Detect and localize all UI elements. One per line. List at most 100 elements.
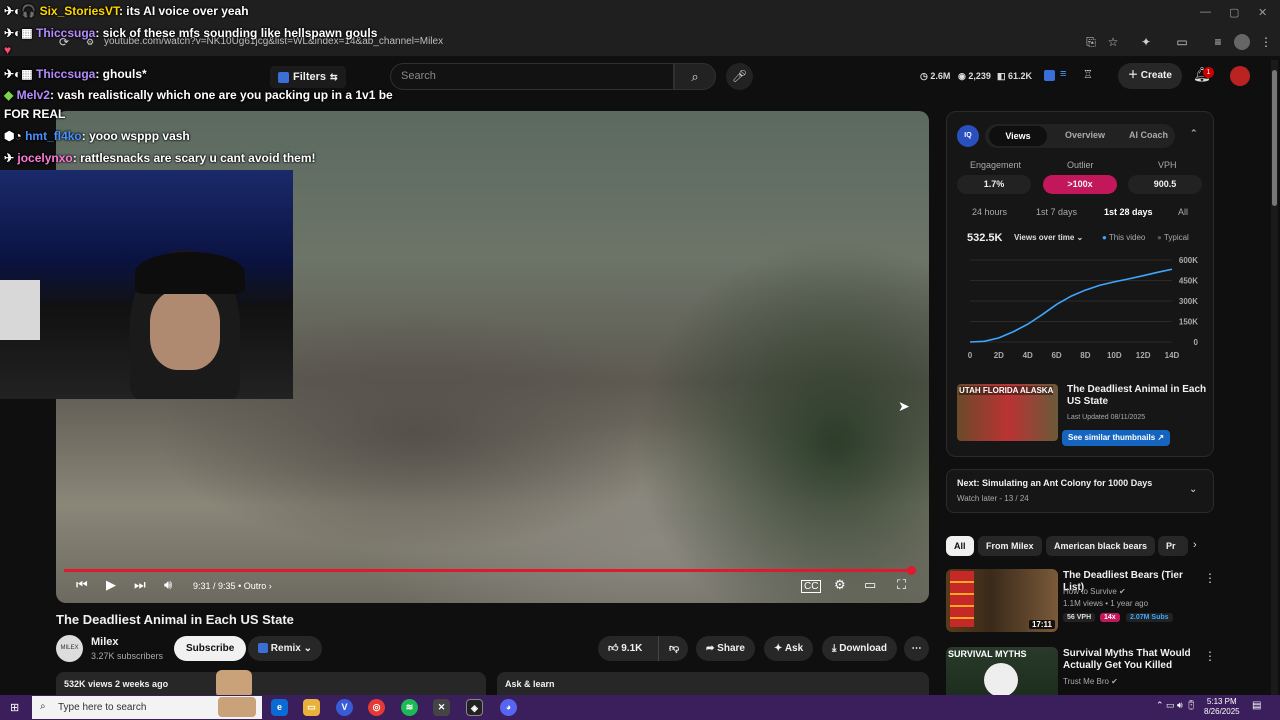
chart-y-tick: 600K [1179, 256, 1198, 265]
tab-search-icon[interactable]: ≡ [1210, 34, 1226, 50]
stat-views: ◉ 2,239 [958, 71, 991, 81]
time-display: 9:31 / 9:35 • Outro › [193, 581, 272, 591]
chart-x-tick: 6D [1051, 351, 1061, 360]
period-all[interactable]: All [1178, 207, 1188, 217]
chart-x-tick: 14D [1165, 351, 1180, 360]
share-button[interactable]: ➦ Share [696, 636, 755, 661]
tab-overview[interactable]: Overview [1065, 130, 1105, 140]
play-icon[interactable]: ▶ [106, 577, 116, 593]
views-over-time-dropdown[interactable]: Views over time ⌄ [1014, 233, 1083, 242]
stat-subscribers: ◷ 2.6M [920, 71, 951, 81]
metric-vph: 900.5 [1128, 175, 1202, 194]
rec-title[interactable]: Survival Myths That Would Actually Get Y… [1063, 648, 1203, 672]
thumbs-down-icon: 👎︎ [669, 643, 680, 654]
tray-icons[interactable]: ⌃ ▭ 🔊︎ 🔋︎ [1156, 700, 1197, 711]
chip-more[interactable]: Pr [1158, 536, 1188, 556]
period-28d[interactable]: 1st 28 days [1104, 207, 1153, 217]
rec-thumbnail[interactable]: 17:11 [946, 569, 1058, 632]
install-icon[interactable]: ⎘ [1083, 34, 1099, 50]
settings-gear-icon[interactable]: ⚙ [834, 577, 846, 593]
minimize-icon[interactable]: — [1200, 6, 1211, 18]
windows-start-icon[interactable]: ⊞ [10, 701, 19, 714]
download-button[interactable]: ⤓ Download [822, 636, 897, 661]
metric-outlier: >100x [1043, 175, 1117, 194]
notification-center-icon[interactable]: ▤ [1252, 700, 1261, 711]
file-explorer-icon[interactable]: ▭ [303, 699, 320, 716]
close-window-icon[interactable]: ✕ [1258, 6, 1267, 19]
previous-icon[interactable]: ⏮ [76, 577, 88, 593]
chart-x-tick: 0 [968, 351, 973, 360]
chip-from-milex[interactable]: From Milex [978, 536, 1042, 556]
theater-mode-icon[interactable]: ▭ [864, 577, 876, 593]
rec-channel[interactable]: Trust Me Bro ✔ [1063, 677, 1118, 686]
period-24h[interactable]: 24 hours [972, 207, 1007, 217]
chip-american-black-bears[interactable]: American black bears [1046, 536, 1156, 556]
more-actions-button[interactable]: ⋯ [904, 636, 929, 661]
vidiq-icon [278, 71, 289, 83]
search-input[interactable]: Search [390, 63, 674, 90]
download-icon: ⤓ [832, 643, 837, 654]
remix-button[interactable]: Remix ⌄ [248, 636, 322, 661]
window-light [0, 280, 40, 340]
chat-message: ⬢◔ hmt_fl4ko: yooo wsppp vash [4, 129, 190, 143]
more-options-icon[interactable]: ⋮ [1204, 571, 1216, 585]
captions-icon[interactable]: CC [801, 580, 822, 593]
video-thumbnail[interactable]: UTAH FLORIDA ALASKA [957, 384, 1058, 441]
create-button[interactable]: ＋ Create [1118, 63, 1182, 89]
sidepanel-icon[interactable]: ▭ [1174, 34, 1190, 50]
chat-message: ✈◐▦ Thiccsuga: ghouls* [4, 67, 147, 81]
trophy-icon[interactable]: ♖ [1083, 68, 1093, 81]
volume-icon[interactable]: 🔊︎ [164, 577, 172, 593]
maximize-icon[interactable]: ▢ [1229, 6, 1239, 19]
chart-y-tick: 450K [1179, 277, 1198, 286]
chat-message: ✈◐▦ Thiccsuga: sick of these mfs soundin… [4, 26, 378, 40]
chart-y-tick: 300K [1179, 297, 1198, 306]
list-icon[interactable]: ≡ [1060, 68, 1066, 80]
bookmark-star-icon[interactable]: ☆ [1105, 34, 1121, 50]
corgi-widget[interactable] [218, 697, 256, 717]
rec-channel[interactable]: How to Survive ✔ [1063, 587, 1126, 596]
taskbar-clock[interactable]: 5:13 PM 8/26/2025 [1204, 697, 1240, 717]
filters-button[interactable]: Filters ⇆ [270, 66, 346, 88]
scrollbar-thumb[interactable] [1272, 70, 1277, 206]
see-similar-button[interactable]: See similar thumbnails ↗ [1062, 430, 1171, 446]
chart-x-tick: 2D [994, 351, 1004, 360]
vpn-icon[interactable]: V [336, 699, 353, 716]
tier-list-strip [950, 571, 974, 627]
like-button[interactable]: 👍︎ 9.1K [598, 636, 658, 661]
tab-ai-coach[interactable]: AI Coach [1129, 130, 1168, 140]
subscribe-button[interactable]: Subscribe [174, 636, 247, 661]
tab-views[interactable]: Views [989, 126, 1047, 146]
chat-message-continued: FOR REAL [4, 107, 66, 121]
more-options-icon[interactable]: ⋮ [1204, 649, 1216, 663]
dislike-button[interactable]: 👎︎ [658, 636, 688, 661]
collapse-chevron-icon[interactable]: ⌃ [1190, 128, 1198, 139]
chart-y-tick: 0 [1194, 338, 1199, 347]
progress-bar[interactable] [64, 569, 912, 572]
account-avatar[interactable] [1230, 66, 1250, 86]
next-icon[interactable]: ⏭ [134, 577, 146, 593]
vidiq-extension-icon[interactable] [1044, 70, 1055, 81]
obs-icon[interactable]: ◈ [466, 699, 483, 716]
channel-name[interactable]: Milex [91, 636, 119, 648]
ask-button[interactable]: ✦ Ask [764, 636, 814, 661]
edge-icon[interactable]: e [271, 699, 288, 716]
next-up-box[interactable] [946, 469, 1214, 513]
chrome-icon[interactable]: ◎ [368, 699, 385, 716]
vph-badge: 56 VPH [1063, 613, 1096, 622]
profile-icon[interactable] [1234, 34, 1250, 50]
spotify-icon[interactable]: ≋ [401, 699, 418, 716]
terminal-icon[interactable]: ✕ [433, 699, 450, 716]
fullscreen-icon[interactable]: ⛶ [897, 577, 906, 593]
chevron-down-icon[interactable]: ⌄ [1189, 484, 1197, 495]
chip-all[interactable]: All [946, 536, 974, 556]
browser-menu-icon[interactable]: ⋮ [1258, 34, 1274, 50]
channel-avatar[interactable]: MILEX [56, 635, 83, 662]
voice-search-button[interactable]: 🎤︎ [726, 63, 753, 90]
scrubber-handle[interactable] [907, 566, 917, 575]
period-7d[interactable]: 1st 7 days [1036, 207, 1077, 217]
extensions-icon[interactable]: ✦ [1138, 34, 1154, 50]
discord-icon[interactable]: ◕ [500, 699, 517, 716]
chevron-right-icon[interactable]: › [1193, 539, 1197, 551]
search-button[interactable]: ⌕ [674, 63, 716, 90]
